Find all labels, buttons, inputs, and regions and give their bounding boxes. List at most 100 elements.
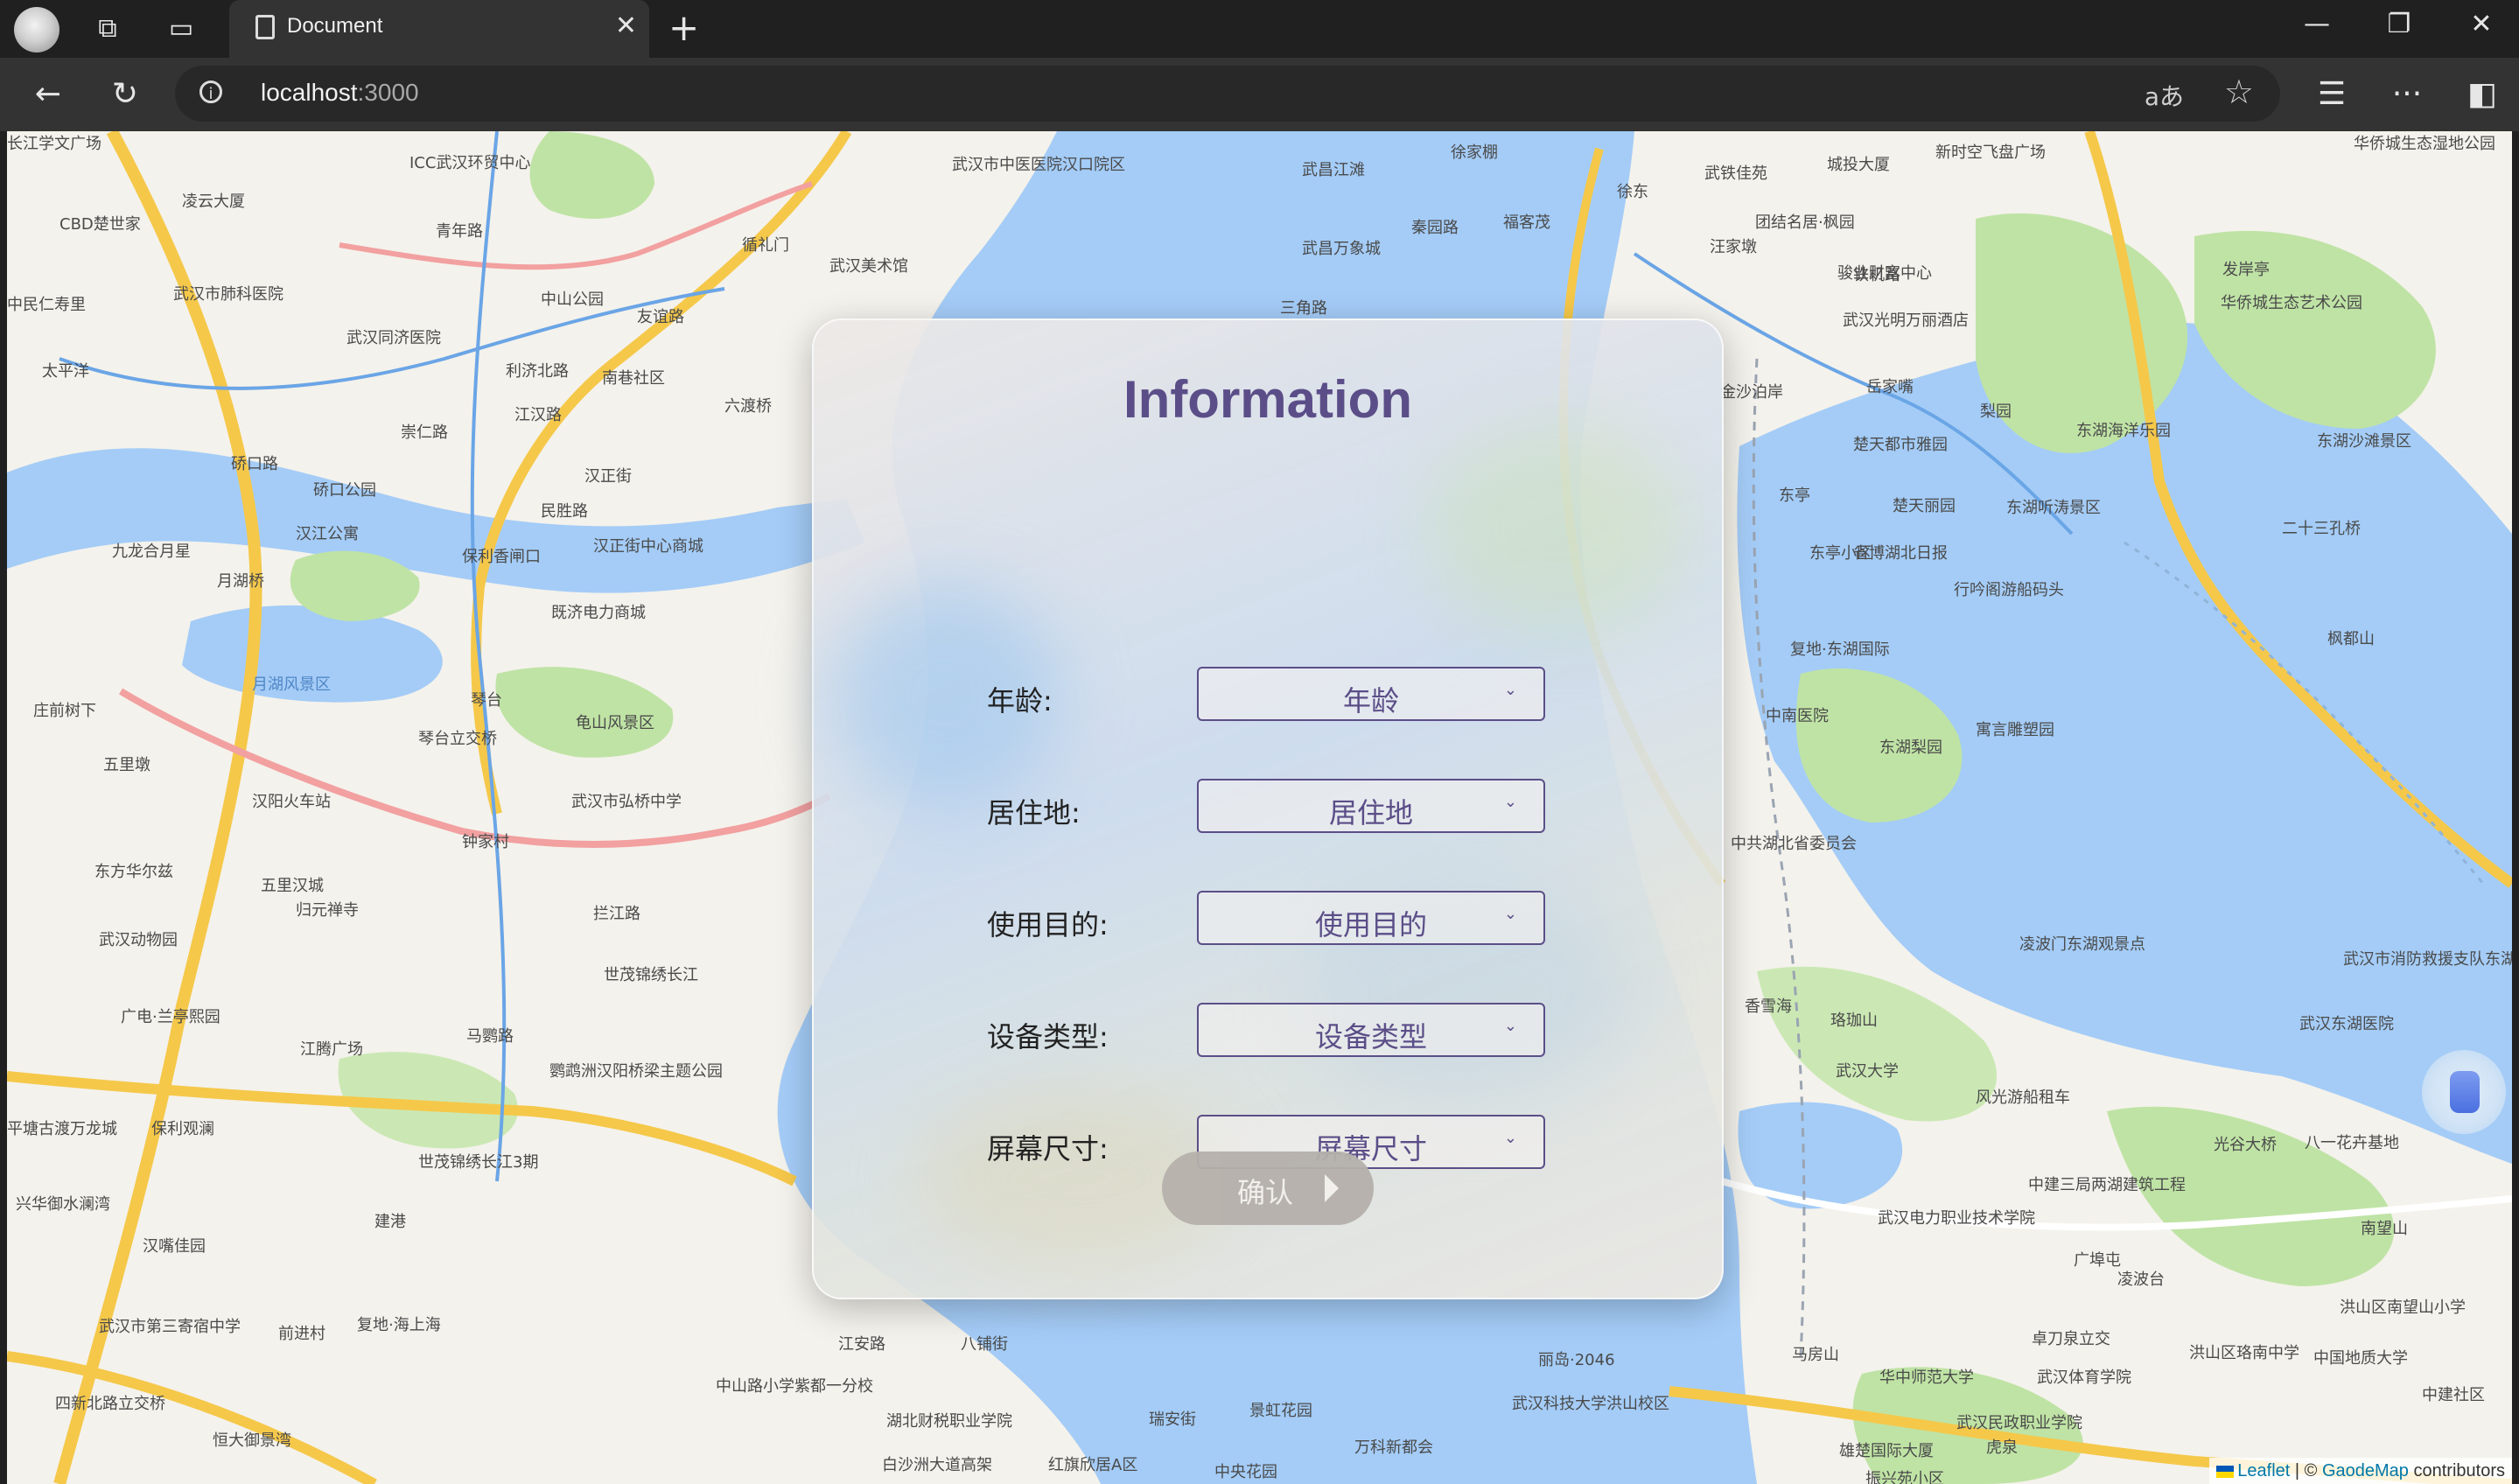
vertical-tabs-icon[interactable]: ▭ (161, 11, 201, 46)
ukraine-flag-icon (2216, 1465, 2235, 1478)
map-place-label: 五里汉城 (261, 877, 324, 895)
map-viewport[interactable]: CBD楚世家 凌云大厦 武汉市肺科医院 中民仁寿里 武汉同济医院 太平洋 青年路 ICC武汉环… (7, 131, 2512, 1484)
map-place-label: 白沙洲大道高架 (882, 1456, 992, 1474)
new-tab-button[interactable]: + (668, 9, 699, 47)
map-place-label: 复地·海上海 (357, 1316, 441, 1334)
map-place-label: 武汉东湖医院 (2299, 1015, 2394, 1033)
map-place-label: 武汉民政职业学院 (1956, 1414, 2082, 1432)
map-place-label: 瑞安街 (1149, 1410, 1196, 1429)
map-place-label: 红旗欣居A区 (1048, 1456, 1138, 1474)
profile-avatar[interactable] (14, 7, 59, 52)
screen-size-label: 屏幕尺寸: (987, 1132, 1109, 1166)
residence-label: 居住地: (987, 796, 1081, 830)
map-place-label: 中央花园 (1214, 1463, 1277, 1481)
map-place-label: 武汉大学 (1836, 1062, 1899, 1081)
map-place-label: 洪山区南望山小学 (2340, 1298, 2466, 1317)
age-select[interactable]: 年龄 ⌄ (1197, 667, 1545, 721)
document-icon (255, 15, 275, 39)
leaflet-link[interactable]: Leaflet (2237, 1461, 2290, 1480)
map-place-label: 福客茂 (1503, 214, 1550, 232)
back-arrow-icon[interactable]: ← (26, 75, 70, 114)
map-place-label: 华中师范大学 (1879, 1368, 1974, 1387)
map-place-label: 汉正街中心商城 (593, 537, 703, 556)
map-place-label: 岳家嘴 (1866, 378, 1914, 396)
map-place-label: 马房山 (1792, 1346, 1839, 1364)
map-place-label: 琴台立交桥 (418, 730, 497, 748)
residence-select-value: 居住地 (1328, 796, 1413, 830)
map-place-label: 兴华御水澜湾 (16, 1195, 110, 1214)
map-place-label: 世茂锦绣长江3期 (418, 1153, 539, 1172)
map-place-label: CBD楚世家 (59, 215, 141, 234)
device-type-select[interactable]: 设备类型 ⌄ (1197, 1003, 1545, 1057)
map-place-label: 中民仁寿里 (7, 296, 86, 314)
restore-icon[interactable]: ❐ (2373, 9, 2425, 39)
gaodemap-link[interactable]: GaodeMap (2322, 1461, 2409, 1480)
minimize-icon[interactable]: — (2291, 9, 2343, 39)
map-place-label: 丽岛·2046 (1538, 1351, 1615, 1369)
more-menu-icon[interactable]: ··· (2385, 75, 2429, 114)
collections-icon[interactable]: ⧉ (87, 11, 128, 46)
refresh-icon[interactable]: ↻ (103, 75, 147, 114)
map-place-label: 梨园 (1980, 402, 2012, 421)
favorite-star-icon[interactable]: ☆ (2224, 73, 2254, 111)
map-place-label: 团结名居·枫园 (1755, 214, 1855, 232)
url-host: localhost (261, 79, 358, 106)
browser-toolbar: ← ↻ i localhost:3000 aあ ☆ ☰ ··· ◧ (0, 58, 2519, 131)
map-place-label: 武汉体育学院 (2037, 1368, 2131, 1387)
map-place-label: 硚口公园 (313, 481, 376, 500)
map-place-label: 凌波台 (2117, 1270, 2165, 1289)
map-place-label: 香雪海 (1745, 998, 1792, 1016)
sidebar-toggle-icon[interactable]: ◧ (2460, 75, 2504, 114)
map-place-label: 庄前树下 (33, 702, 96, 720)
url-port: :3000 (357, 79, 419, 106)
map-place-label: 万科新都会 (1354, 1438, 1433, 1457)
map-place-label: 世茂锦绣长江 (604, 966, 698, 984)
read-aloud-icon[interactable]: aあ (2145, 78, 2184, 113)
residence-select[interactable]: 居住地 ⌄ (1197, 779, 1545, 833)
map-place-label: 复地·东湖国际 (1790, 640, 1890, 659)
map-place-label: 平塘古渡万龙城 (7, 1120, 117, 1138)
close-window-icon[interactable]: ✕ (2455, 9, 2508, 39)
map-place-label: 循礼门 (742, 236, 789, 255)
map-place-label: 中南医院 (1766, 707, 1829, 725)
chevron-down-icon: ⌄ (1503, 905, 1517, 923)
map-place-label: 武汉电力职业技术学院 (1878, 1209, 2035, 1228)
map-place-label: 硚口路 (231, 455, 278, 473)
map-place-label: 六渡桥 (724, 397, 772, 416)
site-info-icon[interactable]: i (199, 80, 222, 103)
map-place-label: 广埠屯 (2074, 1251, 2121, 1270)
close-tab-icon[interactable]: ✕ (615, 10, 637, 41)
purpose-select[interactable]: 使用目的 ⌄ (1197, 891, 1545, 945)
map-place-label: 中建三局两湖建筑工程 (2028, 1176, 2186, 1194)
map-place-label: 中建社区 (2422, 1386, 2485, 1404)
map-place-label: 江汉路 (514, 406, 562, 424)
map-place-label: 月湖风景区 (252, 676, 331, 694)
map-place-label: 琴台 (471, 691, 502, 710)
active-tab[interactable]: Document ✕ (229, 0, 649, 58)
age-select-value: 年龄 (1342, 684, 1399, 718)
map-place-label: 虎泉 (1986, 1438, 2018, 1457)
map-place-label: 楚天都市雅园 (1853, 436, 1948, 454)
map-place-label: 凌波门东湖观景点 (2019, 935, 2145, 954)
confirm-button[interactable]: 确认 (1162, 1152, 1374, 1225)
floating-assistant-widget[interactable] (2422, 1050, 2506, 1134)
favorites-icon[interactable]: ☰ (2310, 75, 2354, 114)
address-bar[interactable]: i localhost:3000 aあ ☆ (175, 66, 2280, 122)
chevron-down-icon: ⌄ (1503, 1017, 1517, 1035)
map-place-label: 华侨城生态艺术公园 (2221, 294, 2362, 312)
map-place-label: 武汉市中医医院汉口院区 (952, 156, 1125, 174)
map-place-label: 武昌江滩 (1302, 161, 1365, 179)
map-place-label: 月湖桥 (217, 572, 264, 591)
map-place-label: 汪家墩 (1710, 238, 1757, 256)
map-place-label: 汉阳火车站 (252, 793, 331, 811)
map-place-label: 民胜路 (541, 502, 588, 521)
map-place-label: 武汉市第三寄宿中学 (99, 1318, 241, 1336)
map-place-label: 东亭 (1779, 486, 1810, 505)
map-place-label: 八铺街 (961, 1335, 1008, 1354)
url-text[interactable]: localhost:3000 (261, 79, 419, 107)
map-place-label: 八一花卉基地 (2305, 1134, 2399, 1152)
map-place-label: 武汉市弘桥中学 (571, 793, 682, 811)
map-place-label: 广电·兰亭熙园 (121, 1008, 220, 1026)
map-place-label: 江腾广场 (300, 1040, 363, 1059)
purpose-label: 使用目的: (987, 908, 1109, 942)
